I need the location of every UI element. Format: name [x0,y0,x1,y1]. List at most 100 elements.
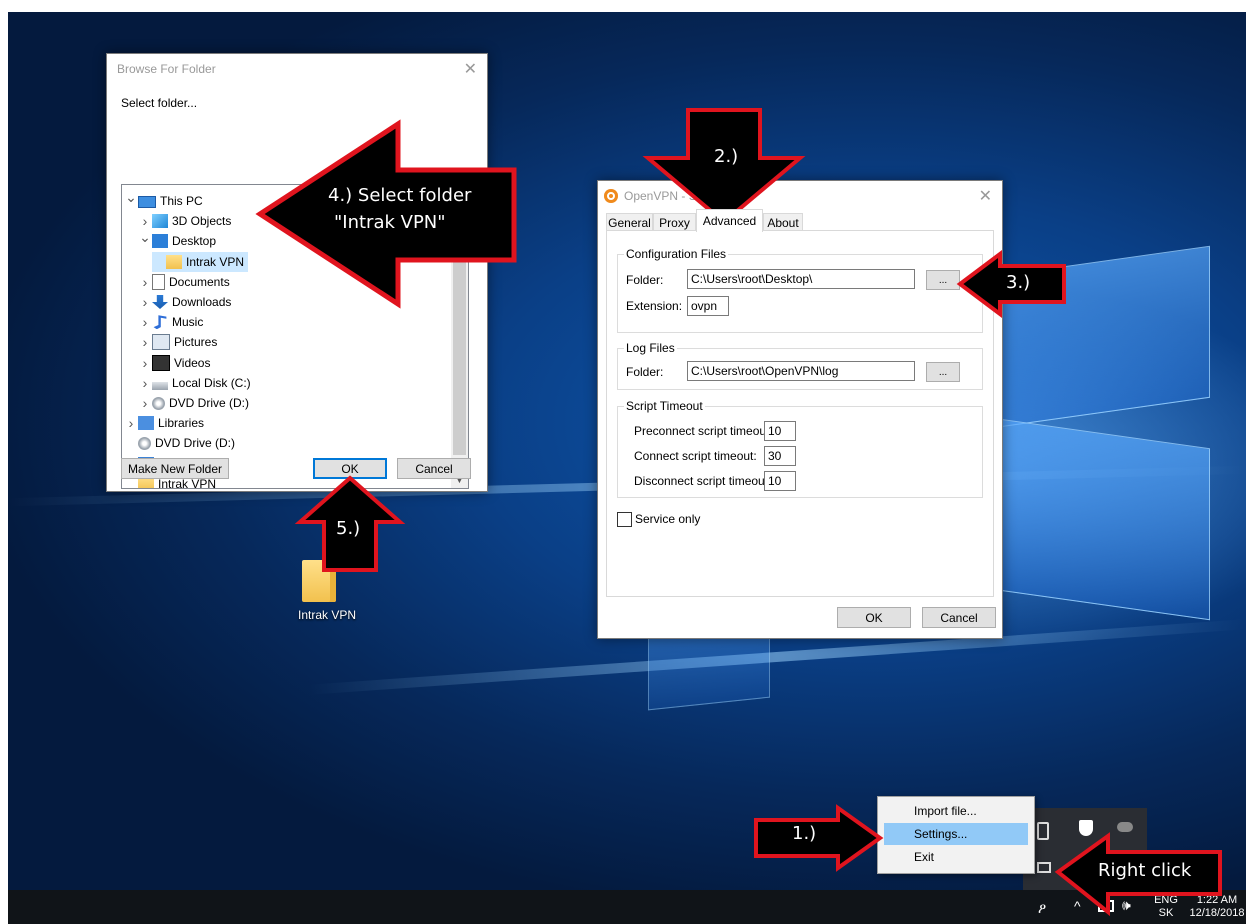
chevron-right-icon[interactable]: › [138,294,152,310]
tree-item-label: DVD Drive (D:) [155,436,235,451]
close-icon[interactable]: ✕ [464,59,477,79]
group-label: Log Files [624,341,677,355]
config-folder-browse-button[interactable]: ... [926,270,960,290]
title-bar: Browse For Folder ✕ [107,54,487,84]
tree-item[interactable]: › 3D Objects [138,211,232,231]
download-arrow-icon [152,295,168,309]
pictures-icon [152,334,170,351]
documents-icon [152,273,165,290]
menu-item-settings[interactable]: Settings... [884,823,1028,845]
openvpn-settings-dialog: OpenVPN - Se ✕ General Proxy Advanced Ab… [597,180,1003,639]
tree-item-label: Intrak VPN [186,254,245,269]
cloud-icon[interactable] [1117,822,1133,832]
tree-item-label: Desktop [172,234,217,249]
log-folder-field[interactable]: C:\Users\root\OpenVPN\log [687,361,915,381]
chevron-right-icon[interactable]: › [138,314,152,330]
disconnect-timeout-field[interactable]: 10 [764,471,796,491]
ok-button[interactable]: OK [837,607,911,628]
tree-item[interactable]: › Local Disk (C:) [138,373,251,393]
advanced-tab-panel: Configuration Files Folder: C:\Users\roo… [606,230,994,597]
dialog-title: Browse For Folder [117,62,216,76]
tree-item-label: 3D Objects [172,214,232,229]
tree-item-label: This PC [160,194,203,208]
annotation-step4-line1: 4.) Select folder [328,185,472,206]
chevron-right-icon[interactable]: › [138,395,152,411]
tree-item-label: DVD Drive (D:) [169,396,249,410]
cancel-button[interactable]: Cancel [922,607,996,628]
hard-drive-icon [152,381,168,390]
annotation-step4-line2: "Intrak VPN" [334,212,446,233]
tree-item-label: Videos [174,355,211,370]
extension-label: Extension: [626,299,683,313]
folder-label: Folder: [626,365,664,379]
annotation-step2-label: 2.) [714,146,739,167]
tree-item-label: Music [172,315,204,330]
make-new-folder-button[interactable]: Make New Folder [121,458,229,479]
desktop-folder-icon [152,234,168,249]
connect-label: Connect script timeout: [634,449,757,463]
openvpn-logo-icon [604,189,618,203]
tree-item[interactable]: › DVD Drive (D:) [138,393,249,413]
chevron-right-icon[interactable]: › [138,375,152,391]
config-folder-field[interactable]: C:\Users\root\Desktop\ [687,269,915,289]
menu-item-exit[interactable]: Exit [884,846,1028,868]
openvpn-tray-icon[interactable] [1037,862,1051,873]
log-files-group: Log Files Folder: C:\Users\root\OpenVPN\… [617,341,983,390]
service-only-checkbox[interactable] [617,512,632,527]
folder-icon [166,254,182,269]
tree-item-label: Pictures [174,335,218,350]
chevron-down-icon[interactable]: ⌄ [124,189,138,206]
tree-item-label: Libraries [158,416,205,431]
annotation-step1-label: 1.) [792,823,817,844]
log-folder-browse-button[interactable]: ... [926,362,960,382]
people-icon[interactable]: ዖ [1038,900,1046,917]
cancel-button[interactable]: Cancel [397,458,471,479]
tree-item-label: Downloads [172,295,232,309]
chevron-right-icon[interactable]: › [124,415,138,431]
library-icon [138,416,154,431]
usb-icon[interactable] [1037,822,1049,840]
tree-item[interactable]: › Music [138,312,204,332]
cube-icon [152,214,168,229]
tree-item[interactable]: › Libraries [124,413,204,433]
tree-item[interactable]: › Downloads [138,292,232,312]
folder-label: Folder: [626,273,664,287]
desktop-icon-label: Intrak VPN [297,608,357,622]
connect-timeout-field[interactable]: 30 [764,446,796,466]
tree-item[interactable]: Intrak VPN [152,251,249,272]
tree-item[interactable]: › Videos [138,353,210,373]
dvd-drive-icon [152,396,165,410]
annotation-step3-label: 3.) [1006,272,1031,293]
preconnect-label: Preconnect script timeout: [634,424,773,438]
tab-advanced[interactable]: Advanced [696,209,763,232]
close-icon[interactable]: ✕ [979,186,992,206]
menu-item-import-file[interactable]: Import file... [884,800,1028,822]
tree-item[interactable]: ⌄ This PC [124,189,203,211]
chevron-right-icon[interactable]: › [138,274,152,290]
chevron-right-icon[interactable]: › [138,213,152,229]
tree-item[interactable]: › Pictures [138,332,217,352]
chevron-right-icon[interactable]: › [138,334,152,350]
tray-context-menu: Import file... Settings... Exit [877,796,1035,874]
configuration-files-group: Configuration Files Folder: C:\Users\roo… [617,247,983,333]
logo-pane [978,415,1210,621]
group-label: Configuration Files [624,247,729,261]
tree-item-label: Local Disk (C:) [172,375,251,390]
annotation-right-click-label: Right click [1098,860,1192,881]
chevron-down-icon[interactable]: ⌄ [138,229,152,246]
tree-item-label: Documents [169,274,230,289]
chevron-right-icon[interactable]: › [138,355,152,371]
group-label: Script Timeout [624,399,705,413]
preconnect-timeout-field[interactable]: 10 [764,421,796,441]
tree-item[interactable]: DVD Drive (D:) [124,433,235,453]
annotation-step5-label: 5.) [336,518,361,539]
service-only-label: Service only [635,512,701,526]
select-folder-prompt: Select folder... [121,96,198,110]
disconnect-label: Disconnect script timeout: [634,474,772,488]
extension-field[interactable]: ovpn [687,296,729,316]
tree-item[interactable]: ⌄ Desktop [138,229,217,251]
film-icon [152,354,170,371]
tree-item[interactable]: › Documents [138,272,230,292]
script-timeout-group: Script Timeout Preconnect script timeout… [617,399,983,498]
monitor-icon [138,196,156,208]
